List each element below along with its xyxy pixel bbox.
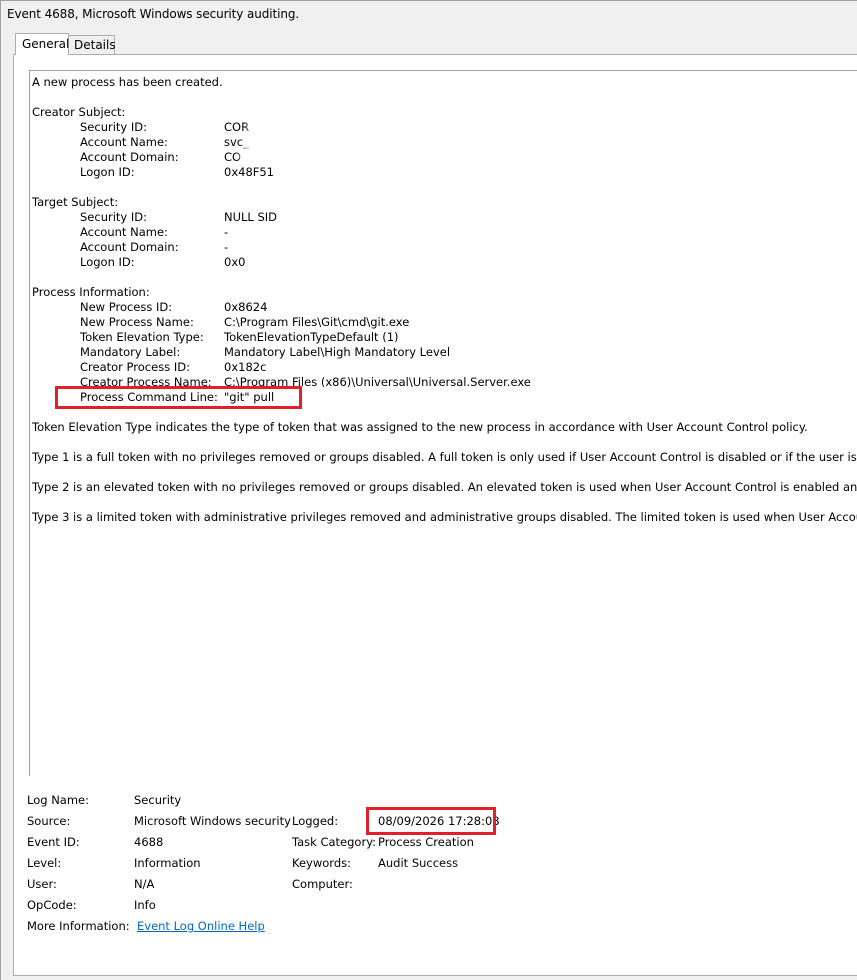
creator-security-id-label: Security ID: xyxy=(80,120,148,134)
user-label: User: xyxy=(27,877,57,891)
keywords-label: Keywords: xyxy=(292,856,351,870)
creator-process-id-label: Creator Process ID: xyxy=(80,360,190,374)
mandatory-label-value: Mandatory Label\High Mandatory Level xyxy=(224,345,451,359)
tab-general[interactable]: General xyxy=(15,33,69,55)
window-title: Event 4688, Microsoft Windows security a… xyxy=(7,7,300,21)
creator-logon-id-value: 0x48F51 xyxy=(224,165,275,179)
window-frame-top xyxy=(0,0,857,1)
user-value[interactable]: N/A xyxy=(134,876,154,892)
more-information-label: More Information: xyxy=(27,919,130,933)
target-logon-id-value: 0x0 xyxy=(224,255,246,269)
event-description-box[interactable]: A new process has been created. Creator … xyxy=(29,70,857,776)
new-process-id-label: New Process ID: xyxy=(80,300,173,314)
redaction-blur xyxy=(252,121,324,131)
event-id-label: Event ID: xyxy=(27,835,80,849)
log-name-value[interactable]: Security xyxy=(134,792,181,808)
mandatory-label-label: Mandatory Label: xyxy=(80,345,181,359)
new-process-name-label: New Process Name: xyxy=(80,315,194,329)
opcode-label: OpCode: xyxy=(27,898,77,912)
description-paragraph-3: Type 2 is an elevated token with no priv… xyxy=(32,480,857,494)
creator-subject-heading: Creator Subject: xyxy=(32,105,126,119)
command-line-highlight-box xyxy=(55,386,302,409)
window-frame-left xyxy=(0,0,1,980)
event-log-online-help-link[interactable]: Event Log Online Help xyxy=(137,918,265,934)
source-label: Source: xyxy=(27,814,71,828)
target-account-name-label: Account Name: xyxy=(80,225,168,239)
redaction-blur xyxy=(244,151,318,160)
source-value[interactable]: Microsoft Windows security xyxy=(134,813,291,829)
description-paragraph-2: Type 1 is a full token with no privilege… xyxy=(32,450,857,464)
token-elevation-type-label: Token Elevation Type: xyxy=(80,330,204,344)
description-paragraph-4: Type 3 is a limited token with administr… xyxy=(32,510,857,524)
tab-details[interactable]: Details xyxy=(68,35,116,55)
keywords-value[interactable]: Audit Success xyxy=(378,855,458,871)
redaction-blur xyxy=(256,137,318,147)
creator-account-domain-value: CO xyxy=(224,150,242,164)
new-process-name-value: C:\Program Files\Git\cmd\git.exe xyxy=(224,315,410,329)
target-security-id-label: Security ID: xyxy=(80,210,148,224)
target-security-id-value: NULL SID xyxy=(224,210,278,224)
task-category-label: Task Category: xyxy=(292,835,377,849)
opcode-value[interactable]: Info xyxy=(134,897,156,913)
creator-process-id-value: 0x182c xyxy=(224,360,267,374)
creator-logon-id-label: Logon ID: xyxy=(80,165,135,179)
new-process-id-value: 0x8624 xyxy=(224,300,268,314)
logged-label: Logged: xyxy=(292,814,339,828)
description-paragraph-1: Token Elevation Type indicates the type … xyxy=(32,420,808,434)
creator-account-name-label: Account Name: xyxy=(80,135,168,149)
computer-label: Computer: xyxy=(292,877,353,891)
task-category-value[interactable]: Process Creation xyxy=(378,834,474,850)
creator-security-id-value: COR xyxy=(224,120,250,134)
logged-highlight-box xyxy=(366,807,496,835)
creator-account-domain-label: Account Domain: xyxy=(80,150,179,164)
event-id-value[interactable]: 4688 xyxy=(134,834,163,850)
log-name-label: Log Name: xyxy=(27,793,89,807)
level-value[interactable]: Information xyxy=(134,855,201,871)
target-account-domain-value: - xyxy=(224,240,229,254)
target-subject-heading: Target Subject: xyxy=(32,195,119,209)
target-account-name-value: - xyxy=(224,225,229,239)
creator-account-name-value: svc_ xyxy=(224,135,249,149)
level-label: Level: xyxy=(27,856,62,870)
target-logon-id-label: Logon ID: xyxy=(80,255,135,269)
description-intro: A new process has been created. xyxy=(32,75,223,89)
process-information-heading: Process Information: xyxy=(32,285,150,299)
redaction-blur xyxy=(378,874,538,888)
token-elevation-type-value: TokenElevationTypeDefault (1) xyxy=(224,330,399,344)
target-account-domain-label: Account Domain: xyxy=(80,240,179,254)
